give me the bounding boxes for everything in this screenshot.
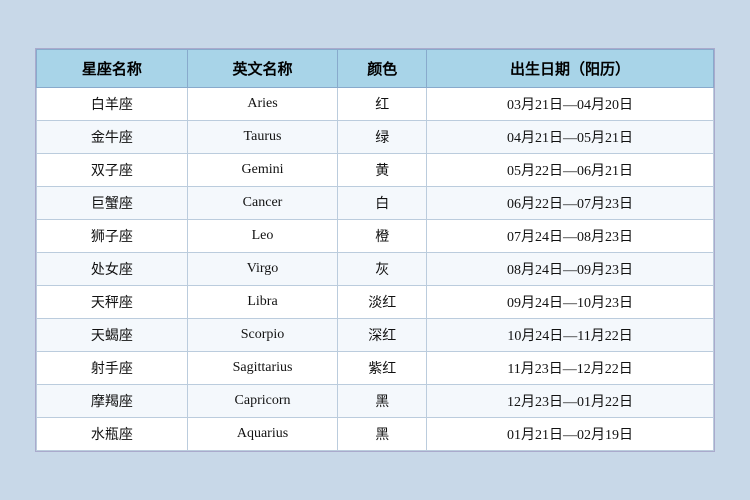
table-cell: 摩羯座 [37, 385, 188, 418]
table-cell: Capricorn [187, 385, 338, 418]
table-cell: 金牛座 [37, 121, 188, 154]
table-row: 处女座Virgo灰08月24日—09月23日 [37, 253, 714, 286]
table-cell: 01月21日—02月19日 [427, 418, 714, 451]
table-cell: 射手座 [37, 352, 188, 385]
table-cell: 狮子座 [37, 220, 188, 253]
table-cell: 03月21日—04月20日 [427, 88, 714, 121]
table-row: 金牛座Taurus绿04月21日—05月21日 [37, 121, 714, 154]
table-body: 白羊座Aries红03月21日—04月20日金牛座Taurus绿04月21日—0… [37, 88, 714, 451]
table-row: 狮子座Leo橙07月24日—08月23日 [37, 220, 714, 253]
table-cell: Virgo [187, 253, 338, 286]
table-cell: 黑 [338, 385, 427, 418]
table-cell: Leo [187, 220, 338, 253]
table-cell: 橙 [338, 220, 427, 253]
table-cell: 08月24日—09月23日 [427, 253, 714, 286]
table-cell: 07月24日—08月23日 [427, 220, 714, 253]
table-header-cell: 星座名称 [37, 50, 188, 88]
table-cell: 灰 [338, 253, 427, 286]
table-cell: 巨蟹座 [37, 187, 188, 220]
table-cell: 10月24日—11月22日 [427, 319, 714, 352]
table-row: 巨蟹座Cancer白06月22日—07月23日 [37, 187, 714, 220]
table-row: 双子座Gemini黄05月22日—06月21日 [37, 154, 714, 187]
table-cell: 双子座 [37, 154, 188, 187]
table-cell: 09月24日—10月23日 [427, 286, 714, 319]
table-header-cell: 颜色 [338, 50, 427, 88]
table-row: 射手座Sagittarius紫红11月23日—12月22日 [37, 352, 714, 385]
table-cell: Libra [187, 286, 338, 319]
table-cell: 处女座 [37, 253, 188, 286]
table-cell: 天蝎座 [37, 319, 188, 352]
table-cell: 06月22日—07月23日 [427, 187, 714, 220]
table-cell: 淡红 [338, 286, 427, 319]
table-cell: Scorpio [187, 319, 338, 352]
table-cell: 12月23日—01月22日 [427, 385, 714, 418]
table-cell: 深红 [338, 319, 427, 352]
table-header-cell: 英文名称 [187, 50, 338, 88]
table-cell: 天秤座 [37, 286, 188, 319]
table-cell: Taurus [187, 121, 338, 154]
table-cell: 11月23日—12月22日 [427, 352, 714, 385]
table-cell: Cancer [187, 187, 338, 220]
table-cell: 水瓶座 [37, 418, 188, 451]
table-row: 天蝎座Scorpio深红10月24日—11月22日 [37, 319, 714, 352]
table-cell: Aquarius [187, 418, 338, 451]
table-cell: 05月22日—06月21日 [427, 154, 714, 187]
zodiac-table-container: 星座名称英文名称颜色出生日期（阳历） 白羊座Aries红03月21日—04月20… [35, 48, 715, 452]
table-cell: 紫红 [338, 352, 427, 385]
table-header-row: 星座名称英文名称颜色出生日期（阳历） [37, 50, 714, 88]
table-cell: 黄 [338, 154, 427, 187]
table-row: 摩羯座Capricorn黑12月23日—01月22日 [37, 385, 714, 418]
table-cell: 绿 [338, 121, 427, 154]
table-cell: 红 [338, 88, 427, 121]
table-cell: 白 [338, 187, 427, 220]
table-row: 天秤座Libra淡红09月24日—10月23日 [37, 286, 714, 319]
table-cell: Gemini [187, 154, 338, 187]
table-row: 白羊座Aries红03月21日—04月20日 [37, 88, 714, 121]
table-header-cell: 出生日期（阳历） [427, 50, 714, 88]
table-cell: Aries [187, 88, 338, 121]
table-row: 水瓶座Aquarius黑01月21日—02月19日 [37, 418, 714, 451]
zodiac-table: 星座名称英文名称颜色出生日期（阳历） 白羊座Aries红03月21日—04月20… [36, 49, 714, 451]
table-cell: Sagittarius [187, 352, 338, 385]
table-cell: 黑 [338, 418, 427, 451]
table-cell: 04月21日—05月21日 [427, 121, 714, 154]
table-cell: 白羊座 [37, 88, 188, 121]
